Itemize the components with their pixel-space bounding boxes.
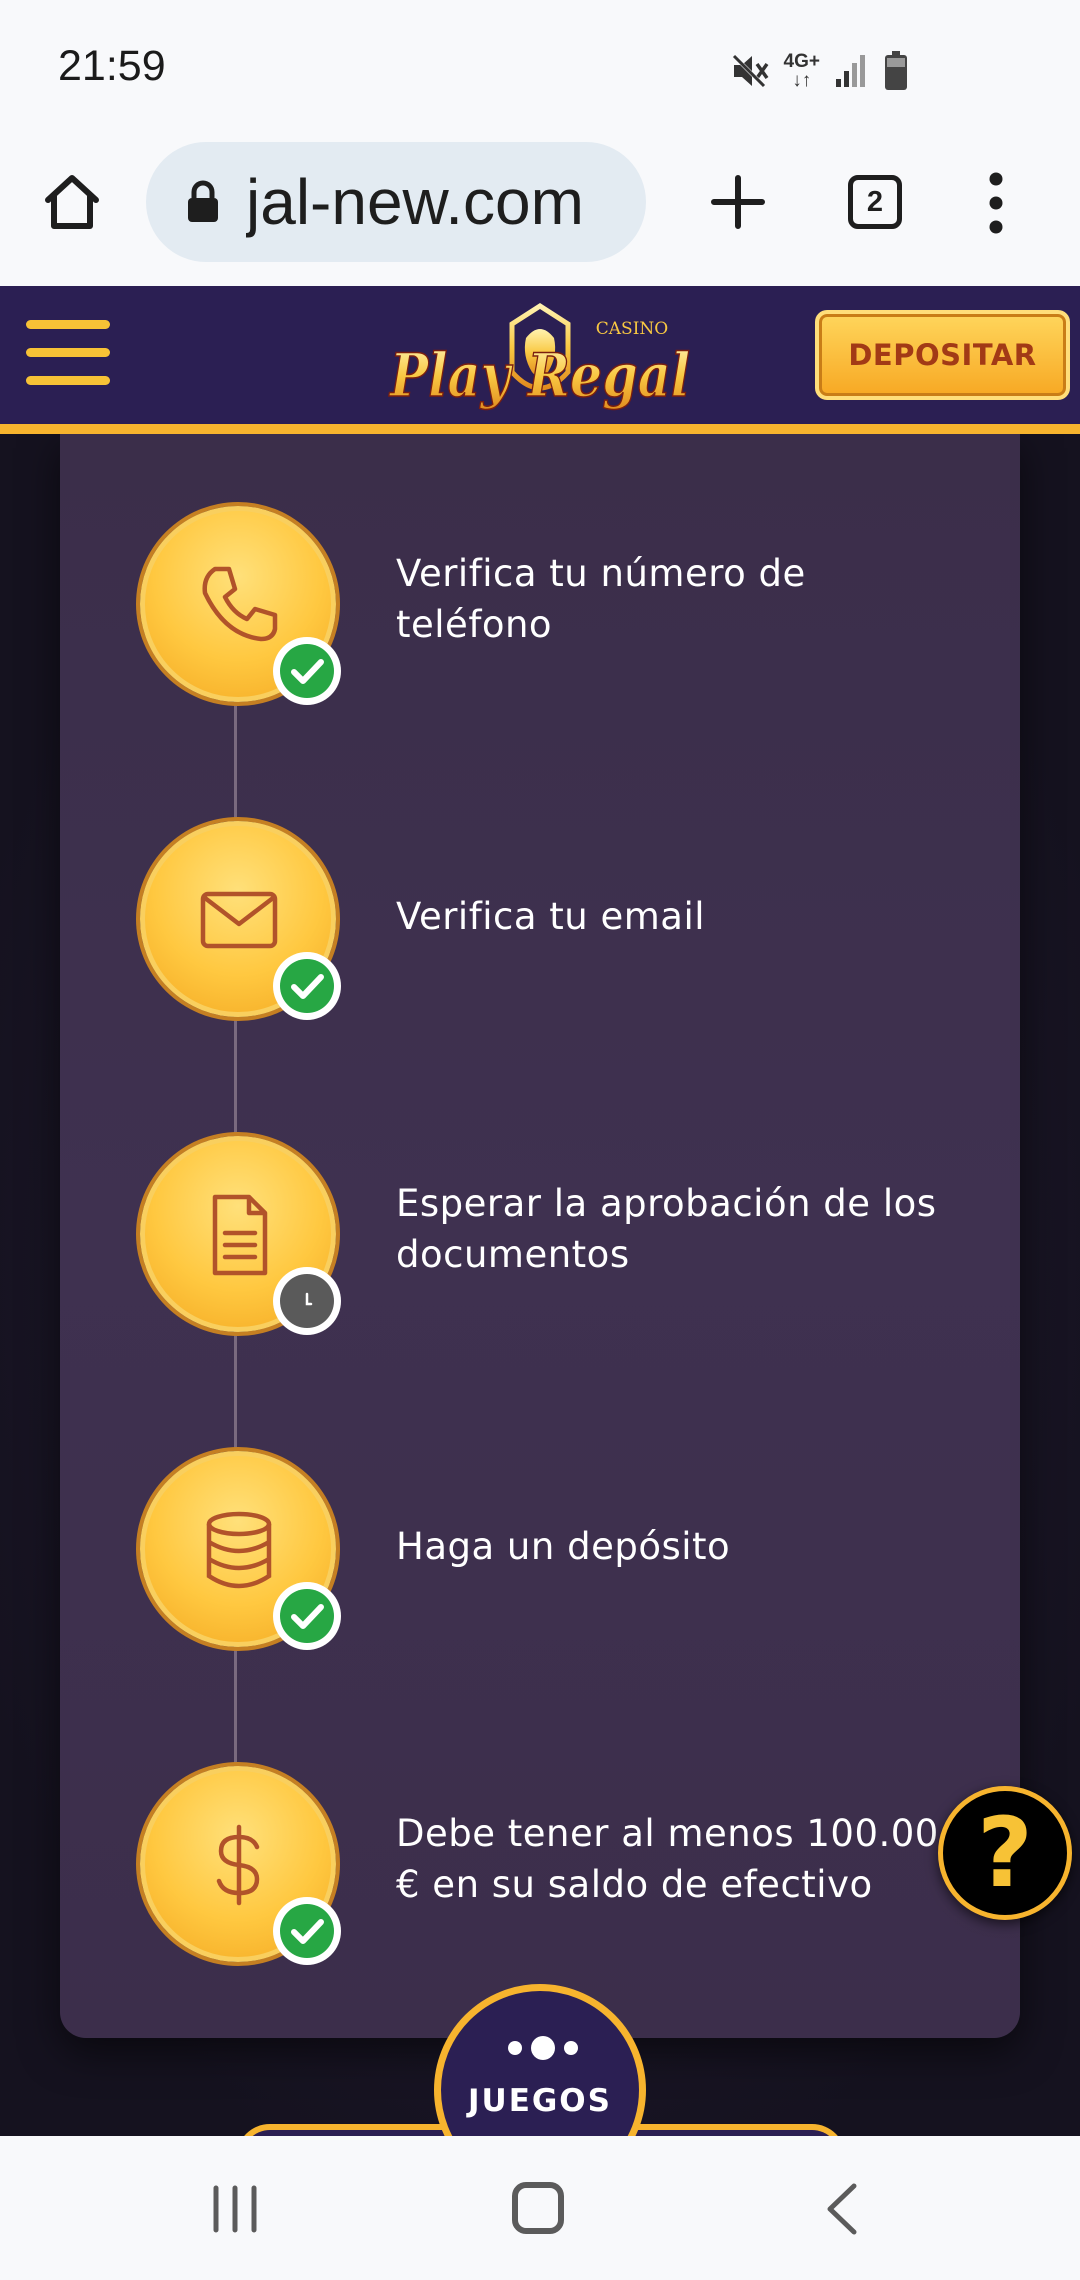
step-icon-circle xyxy=(140,506,341,705)
hamburger-menu-icon[interactable] xyxy=(26,320,110,386)
completed-badge xyxy=(273,1582,341,1650)
play-regal-logo[interactable]: Play Regal CASINO xyxy=(380,294,700,422)
step-icon-circle xyxy=(140,1451,341,1650)
check-icon xyxy=(291,1919,324,1944)
status-time: 21:59 xyxy=(58,42,166,90)
step-label: Verifica tu email xyxy=(396,895,706,938)
status-icons: 4G+ ↓↑ xyxy=(730,48,908,94)
back-icon[interactable] xyxy=(822,2182,862,2236)
address-bar[interactable]: jal-new.com xyxy=(146,142,646,262)
help-button[interactable]: ? xyxy=(938,1786,1072,1920)
check-icon xyxy=(291,659,324,684)
phone-icon xyxy=(202,566,278,642)
tabs-button[interactable]: 2 xyxy=(848,175,902,229)
step-icon-circle xyxy=(140,821,341,1020)
document-icon xyxy=(212,1194,268,1276)
logo-subtext: CASINO xyxy=(596,319,668,339)
main-content: Verifica tu número de teléfono Verifica … xyxy=(0,434,1080,2136)
database-icon xyxy=(206,1511,272,1589)
network-label: 4G+ xyxy=(783,51,820,72)
step-label: Verifica tu número de teléfono xyxy=(396,552,806,646)
logo-wordmark: Play Regal xyxy=(388,341,690,411)
deposit-button[interactable]: DEPOSITAR xyxy=(815,310,1070,400)
status-bar: 21:59 4G+ ↓↑ xyxy=(0,0,1080,130)
url-text: jal-new.com xyxy=(246,142,636,262)
mail-icon xyxy=(200,891,278,949)
games-label: JUEGOS xyxy=(467,2083,612,2119)
signal-icon xyxy=(836,55,865,87)
step-icon-circle xyxy=(140,1136,341,1335)
home-icon[interactable] xyxy=(40,170,104,234)
browser-toolbar: jal-new.com 2 xyxy=(0,130,1080,286)
step-label: Esperar la aprobación de los documentos xyxy=(396,1182,937,1276)
dots-icon xyxy=(508,2036,578,2060)
dollar-icon xyxy=(216,1824,260,1906)
plus-icon[interactable] xyxy=(706,170,770,234)
site-header: Play Regal CASINO DEPOSITAR xyxy=(0,286,1080,434)
network-4g-icon: 4G+ ↓↑ xyxy=(783,51,820,91)
completed-badge xyxy=(273,1897,341,1965)
check-icon xyxy=(291,1604,324,1629)
more-vert-icon[interactable] xyxy=(974,170,1018,236)
help-icon: ? xyxy=(977,1797,1033,1909)
verification-card: Verifica tu número de teléfono Verifica … xyxy=(60,434,1020,2038)
home-nav-icon[interactable] xyxy=(512,2182,564,2234)
clock-icon xyxy=(305,1292,313,1306)
check-icon xyxy=(291,974,324,999)
recent-apps-icon[interactable] xyxy=(210,2184,260,2234)
step-verify-phone: Verifica tu número de teléfono xyxy=(140,506,1000,706)
lock-icon xyxy=(188,180,218,222)
step-label: Debe tener al menos 100.00 € en su saldo… xyxy=(396,1812,939,1906)
step-label: Haga un depósito xyxy=(396,1525,731,1568)
step-make-deposit: Haga un depósito xyxy=(140,1451,1000,1651)
step-document-approval: Esperar la aprobación de los documentos xyxy=(140,1136,1000,1336)
battery-icon xyxy=(885,51,907,90)
step-icon-circle xyxy=(140,1766,341,1965)
step-verify-email: Verifica tu email xyxy=(140,821,1000,1021)
pending-badge xyxy=(273,1267,341,1335)
url-value: jal-new.com xyxy=(246,166,584,238)
completed-badge xyxy=(273,952,341,1020)
system-nav-bar xyxy=(0,2136,1080,2280)
mute-icon xyxy=(730,52,768,90)
step-cash-balance: Debe tener al menos 100.00 € en su saldo… xyxy=(140,1766,1000,1966)
completed-badge xyxy=(273,637,341,705)
